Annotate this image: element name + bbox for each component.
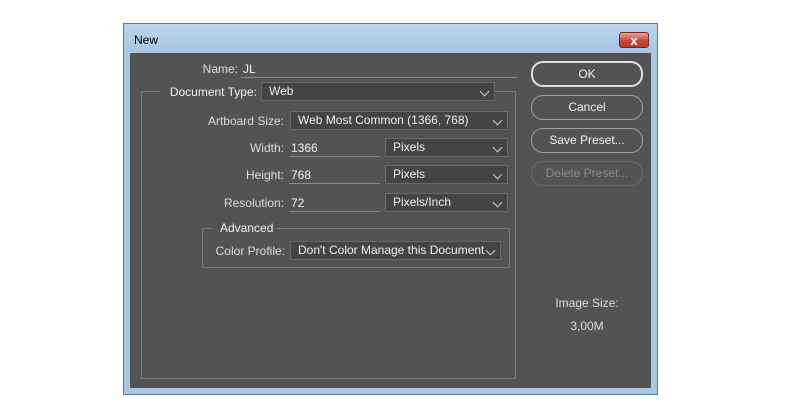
artboard-size-label: Artboard Size: [207,114,284,128]
delete-preset-button: Delete Preset... [531,161,643,186]
resolution-unit-value: Pixels/Inch [393,195,452,209]
image-size-label: Image Size: [555,296,619,310]
height-input-underline [289,183,380,184]
image-size-value: 3,00M [570,319,604,333]
close-button[interactable]: x [619,32,649,48]
resolution-unit-dropdown[interactable]: Pixels/Inch [385,193,508,212]
name-field-underline [241,77,517,78]
chevron-down-icon [492,169,503,180]
artboard-size-dropdown[interactable]: Web Most Common (1366, 768) [290,111,508,130]
document-type-value: Web [269,84,294,98]
chevron-down-icon [492,197,503,208]
document-type-label: Document Type: [169,85,257,99]
ok-button[interactable]: OK [531,61,643,87]
width-input-underline [289,156,380,157]
width-unit-dropdown[interactable]: Pixels [385,138,508,157]
height-input[interactable]: 768 [291,168,311,182]
document-type-dropdown[interactable]: Web [261,82,495,101]
title-bar[interactable]: New x [124,24,657,53]
resolution-input-underline [289,211,380,212]
color-profile-value: Don't Color Manage this Document [298,243,485,257]
width-input[interactable]: 1366 [291,141,318,155]
new-document-dialog: New x Name: JL Document Type: Web Artboa… [123,23,658,395]
dialog-body: Name: JL Document Type: Web Artboard Siz… [130,53,651,388]
chevron-down-icon [485,245,496,256]
chevron-down-icon [492,115,503,126]
save-preset-button[interactable]: Save Preset... [531,128,643,153]
height-unit-dropdown[interactable]: Pixels [385,165,508,184]
cancel-button[interactable]: Cancel [531,95,643,120]
height-unit-value: Pixels [393,167,426,181]
color-profile-label: Color Profile: [215,244,285,258]
width-label: Width: [249,141,284,155]
dialog-title: New [134,33,159,47]
width-unit-value: Pixels [393,140,426,154]
color-profile-dropdown[interactable]: Don't Color Manage this Document [290,241,501,260]
chevron-down-icon [479,86,490,97]
height-label: Height: [245,168,284,182]
chevron-down-icon [492,142,503,153]
name-field[interactable]: JL [243,62,256,76]
artboard-size-value: Web Most Common (1366, 768) [298,113,469,127]
close-icon: x [630,32,638,48]
resolution-label: Resolution: [223,196,284,210]
name-label: Name: [202,62,238,76]
advanced-legend: Advanced [220,221,274,235]
resolution-input[interactable]: 72 [291,196,304,210]
